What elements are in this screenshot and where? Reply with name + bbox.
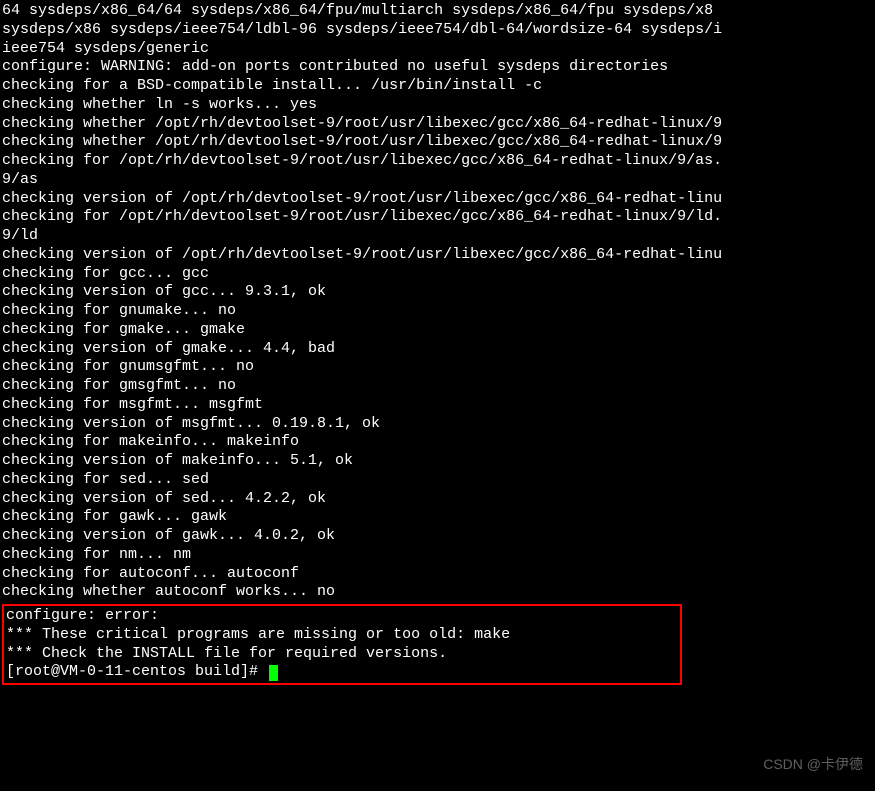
terminal-line: checking version of sed... 4.2.2, ok	[2, 490, 875, 509]
terminal-line: checking version of gcc... 9.3.1, ok	[2, 283, 875, 302]
terminal-line: checking for sed... sed	[2, 471, 875, 490]
terminal-line: sysdeps/x86 sysdeps/ieee754/ldbl-96 sysd…	[2, 21, 875, 40]
terminal-line: checking for gawk... gawk	[2, 508, 875, 527]
shell-prompt-line[interactable]: [root@VM-0-11-centos build]#	[6, 663, 678, 682]
error-line: configure: error:	[6, 607, 678, 626]
watermark-text: CSDN @卡伊德	[763, 756, 863, 774]
cursor-icon	[269, 665, 278, 681]
terminal-line: checking version of makeinfo... 5.1, ok	[2, 452, 875, 471]
terminal-line: ieee754 sysdeps/generic	[2, 40, 875, 59]
error-highlight-box: configure: error: *** These critical pro…	[2, 604, 682, 685]
terminal-line: checking version of gmake... 4.4, bad	[2, 340, 875, 359]
terminal-line: checking for gcc... gcc	[2, 265, 875, 284]
terminal-line: checking whether ln -s works... yes	[2, 96, 875, 115]
terminal-line: checking version of /opt/rh/devtoolset-9…	[2, 190, 875, 209]
terminal-line: checking for gnumake... no	[2, 302, 875, 321]
terminal-line: checking version of /opt/rh/devtoolset-9…	[2, 246, 875, 265]
error-line: *** Check the INSTALL file for required …	[6, 645, 678, 664]
shell-prompt: [root@VM-0-11-centos build]#	[6, 663, 267, 682]
terminal-line: checking for autoconf... autoconf	[2, 565, 875, 584]
terminal-line: checking for /opt/rh/devtoolset-9/root/u…	[2, 208, 875, 227]
terminal-line: checking whether /opt/rh/devtoolset-9/ro…	[2, 115, 875, 134]
terminal-line: checking for nm... nm	[2, 546, 875, 565]
terminal-line: checking for msgfmt... msgfmt	[2, 396, 875, 415]
terminal-line: 64 sysdeps/x86_64/64 sysdeps/x86_64/fpu/…	[2, 2, 875, 21]
terminal-line: checking whether autoconf works... no	[2, 583, 875, 602]
terminal-line: checking for gnumsgfmt... no	[2, 358, 875, 377]
terminal-line: checking for a BSD-compatible install...…	[2, 77, 875, 96]
terminal-line: checking for gmsgfmt... no	[2, 377, 875, 396]
terminal-line: checking version of gawk... 4.0.2, ok	[2, 527, 875, 546]
terminal-line: checking for gmake... gmake	[2, 321, 875, 340]
terminal-line: checking version of msgfmt... 0.19.8.1, …	[2, 415, 875, 434]
terminal-line: checking whether /opt/rh/devtoolset-9/ro…	[2, 133, 875, 152]
terminal-output: 64 sysdeps/x86_64/64 sysdeps/x86_64/fpu/…	[2, 2, 875, 602]
terminal-line: checking for makeinfo... makeinfo	[2, 433, 875, 452]
terminal-line: 9/as	[2, 171, 875, 190]
error-line: *** These critical programs are missing …	[6, 626, 678, 645]
terminal-line: checking for /opt/rh/devtoolset-9/root/u…	[2, 152, 875, 171]
terminal-line: configure: WARNING: add-on ports contrib…	[2, 58, 875, 77]
terminal-line: 9/ld	[2, 227, 875, 246]
